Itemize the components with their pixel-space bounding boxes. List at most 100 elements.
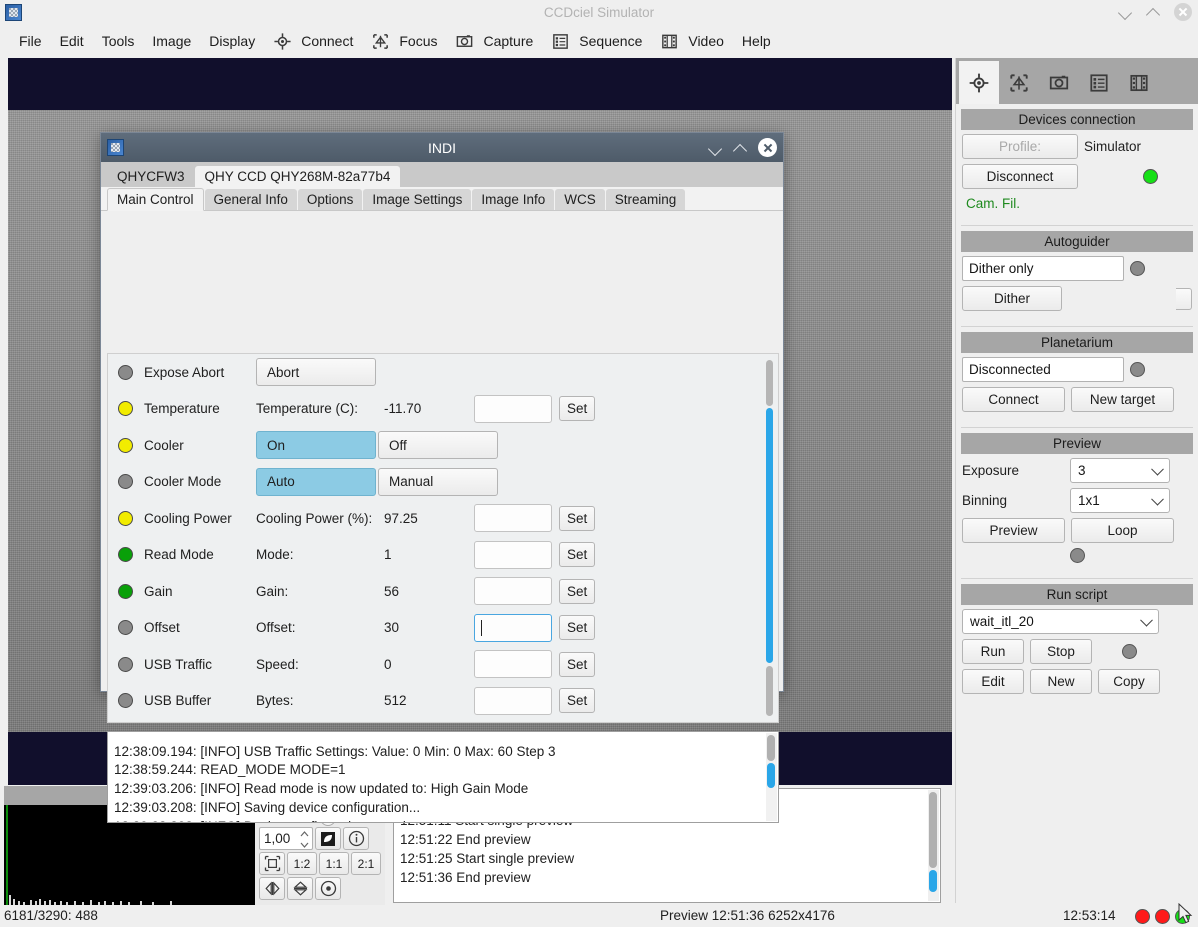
invert-toggle-button[interactable] — [315, 827, 341, 850]
tab-general-info[interactable]: General Info — [204, 189, 297, 210]
indi-scroll-track-top[interactable] — [766, 360, 773, 406]
abort-button[interactable]: Abort — [256, 358, 376, 387]
menu-help[interactable]: Help — [733, 29, 780, 53]
zoom-spinner[interactable]: 1,00 — [259, 827, 313, 850]
log-scroll-thumb[interactable] — [929, 792, 937, 868]
menu-sequence[interactable]: Sequence — [570, 29, 651, 53]
menu-capture[interactable]: Capture — [474, 29, 542, 53]
divider — [961, 578, 1193, 579]
indi-maximize-icon[interactable] — [733, 141, 747, 155]
log-scroll-thumb-active[interactable] — [929, 870, 937, 892]
zoom-half-button[interactable]: 1:2 — [287, 852, 317, 875]
read-mode-set-button[interactable]: Set — [559, 542, 596, 568]
menu-display[interactable]: Display — [200, 29, 264, 53]
indi-scrollbar[interactable] — [764, 360, 774, 716]
menu-image[interactable]: Image — [143, 29, 200, 53]
offset-input[interactable] — [474, 613, 552, 642]
planetarium-status-field[interactable]: Disconnected — [962, 357, 1124, 382]
run-button[interactable]: Run — [962, 639, 1024, 664]
indi-log-scrollbar[interactable] — [766, 733, 777, 821]
spinner-arrows[interactable] — [299, 829, 310, 850]
status-led — [118, 547, 133, 563]
cooler-mode-manual-button[interactable]: Manual — [378, 467, 498, 496]
usb-buffer-input[interactable] — [474, 686, 552, 715]
center-button[interactable] — [315, 877, 341, 900]
indi-property-scroll[interactable]: Expose Abort Abort Temperature Temperatu… — [107, 353, 779, 723]
cooler-mode-auto-button[interactable]: Auto — [256, 467, 376, 496]
menu-tools[interactable]: Tools — [93, 29, 144, 53]
dither-button[interactable]: Dither — [962, 286, 1062, 311]
tab-image-info[interactable]: Image Info — [472, 189, 555, 210]
usb-traffic-set-button[interactable]: Set — [559, 651, 596, 677]
temperature-input[interactable] — [474, 394, 552, 423]
temperature-set-button[interactable]: Set — [559, 396, 596, 422]
menu-edit[interactable]: Edit — [51, 29, 93, 53]
indi-title: INDI — [428, 139, 456, 156]
planetarium-connect-button[interactable]: Connect — [962, 387, 1065, 412]
menu-file[interactable]: File — [10, 29, 51, 53]
minimize-icon[interactable] — [1118, 4, 1134, 20]
autoguider-extra-toggle[interactable] — [1176, 287, 1192, 310]
cooling-power-input[interactable] — [474, 504, 552, 533]
dock-tab-video[interactable] — [1119, 61, 1159, 104]
zoom-one-button[interactable]: 1:1 — [319, 852, 349, 875]
gain-input[interactable] — [474, 577, 552, 606]
cooler-off-button[interactable]: Off — [378, 431, 498, 460]
cooling-power-set-button[interactable]: Set — [559, 505, 596, 531]
maximize-icon[interactable] — [1146, 4, 1162, 20]
indi-scroll-track-bottom[interactable] — [766, 666, 773, 716]
tab-main-control[interactable]: Main Control — [107, 188, 204, 211]
preview-button[interactable]: Preview — [962, 518, 1065, 543]
autoguider-mode-field[interactable]: Dither only — [962, 256, 1124, 281]
indi-log-panel[interactable]: 12:38:09.194: [INFO] USB Traffic Setting… — [107, 731, 779, 823]
exposure-label: Exposure — [962, 463, 1020, 478]
dock-tab-focus[interactable] — [999, 61, 1039, 104]
dock-tab-capture[interactable] — [1039, 61, 1079, 104]
tab-options[interactable]: Options — [297, 189, 363, 210]
dock-tab-connection[interactable] — [959, 61, 999, 104]
loop-button[interactable]: Loop — [1071, 518, 1174, 543]
new-target-button[interactable]: New target — [1071, 387, 1174, 412]
usb-traffic-input[interactable] — [474, 650, 552, 679]
gain-set-button[interactable]: Set — [559, 578, 596, 604]
status-led — [118, 474, 133, 490]
menu-focus[interactable]: Focus — [390, 29, 446, 53]
close-icon[interactable] — [1174, 3, 1192, 21]
indi-log-scroll-track[interactable] — [767, 735, 775, 761]
menu-connect[interactable]: Connect — [292, 29, 362, 53]
tab-streaming[interactable]: Streaming — [605, 189, 686, 210]
profile-button[interactable]: Profile: — [962, 134, 1078, 159]
edit-script-button[interactable]: Edit — [962, 669, 1024, 694]
offset-set-button[interactable]: Set — [559, 615, 596, 641]
divider — [961, 427, 1193, 428]
fit-to-window-button[interactable] — [259, 852, 285, 875]
indi-close-icon[interactable] — [758, 138, 777, 157]
dock-tab-sequence[interactable] — [1079, 61, 1119, 104]
stop-button[interactable]: Stop — [1030, 639, 1092, 664]
exposure-select[interactable]: 3 — [1070, 458, 1170, 483]
menu-video[interactable]: Video — [679, 29, 733, 53]
read-mode-input[interactable] — [474, 540, 552, 569]
indi-minimize-icon[interactable] — [708, 141, 722, 155]
disconnect-button[interactable]: Disconnect — [962, 164, 1078, 189]
tab-image-settings[interactable]: Image Settings — [363, 189, 472, 210]
info-button[interactable] — [343, 827, 369, 850]
cooler-on-button[interactable]: On — [256, 431, 376, 460]
binning-select[interactable]: 1x1 — [1070, 488, 1170, 513]
zoom-two-button[interactable]: 2:1 — [351, 852, 381, 875]
device-tab-qhyccd[interactable]: QHY CCD QHY268M-82a77b4 — [194, 166, 401, 187]
mouse-cursor — [1178, 903, 1193, 924]
device-tab-qhycfw3[interactable]: QHYCFW3 — [107, 166, 195, 187]
indi-log-scroll-thumb[interactable] — [767, 763, 775, 788]
script-select[interactable]: wait_itl_20 — [962, 609, 1159, 634]
flip-horizontal-button[interactable] — [259, 877, 285, 900]
flip-vertical-button[interactable] — [287, 877, 313, 900]
copy-script-button[interactable]: Copy — [1098, 669, 1160, 694]
new-script-button[interactable]: New — [1030, 669, 1092, 694]
tab-wcs[interactable]: WCS — [555, 189, 605, 210]
log-scrollbar[interactable] — [928, 790, 939, 901]
usb-buffer-set-button[interactable]: Set — [559, 688, 596, 714]
property-label: Mode: — [256, 547, 294, 563]
property-label: Temperature (C): — [256, 401, 359, 417]
indi-scroll-thumb[interactable] — [766, 408, 773, 663]
